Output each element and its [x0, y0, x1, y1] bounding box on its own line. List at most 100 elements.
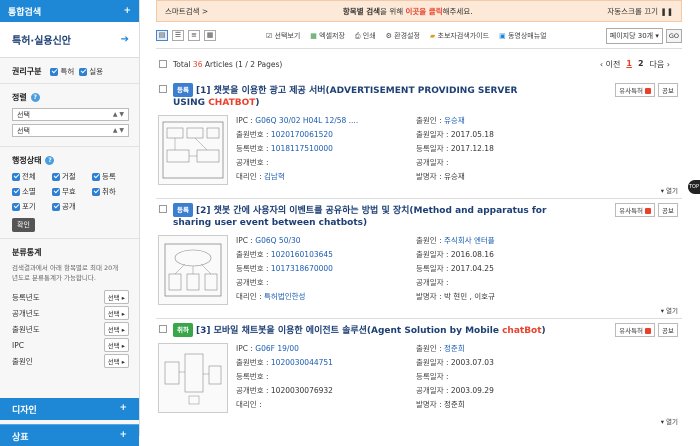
help-icon[interactable]: ? [45, 156, 55, 165]
select-all-checkbox[interactable] [159, 60, 167, 68]
applicant-link[interactable]: 정준희 [444, 344, 465, 353]
scroll-top-button[interactable]: TOP [688, 180, 700, 194]
checkbox-label: 공개 [62, 202, 76, 211]
result-title[interactable]: 취하 [3] 모바일 채트봇을 이용한 에이전트 솔루션(Agent Soluti… [173, 323, 548, 337]
stat-select-button[interactable]: 선택 ▸ [103, 290, 129, 304]
stat-select-button[interactable]: 선택 ▸ [103, 306, 129, 320]
registration-number-link[interactable]: 1018117510000 [271, 144, 333, 153]
field-label: 등록일자 : [416, 372, 449, 381]
expand-link[interactable]: ▾ 열기 [661, 416, 678, 426]
action-label: 유사특허 [619, 207, 644, 215]
sidebar-title[interactable]: 특허·실용신안 ➔ [0, 22, 139, 58]
checkbox-utility[interactable]: 실용 [79, 66, 103, 77]
page-1-link[interactable]: 1 [626, 59, 632, 70]
stat-row: 출원인 선택 ▸ [12, 353, 129, 369]
gazette-button[interactable]: 공보 [658, 203, 678, 217]
view-grid-icon[interactable]: ▦ [204, 30, 216, 41]
stat-select-button[interactable]: 선택 ▸ [103, 354, 129, 368]
title-keyword: chatBot [502, 326, 542, 336]
application-number-link[interactable]: 1020170061520 [271, 130, 333, 139]
expand-link[interactable]: ▾ 열기 [661, 305, 678, 315]
result-item: 등록 [1] 챗봇을 이용한 광고 제공 서버(ADVERTISEMENT PRO… [156, 79, 682, 199]
stat-select-label: 선택 [107, 326, 120, 334]
status-checkbox[interactable]: 포기 [12, 201, 52, 212]
sort-select-1[interactable]: 선택 ▲ ▼ [12, 108, 129, 121]
prev-page-link[interactable]: ‹ 이전 [600, 59, 620, 70]
applicant-link[interactable]: 유승재 [444, 116, 465, 125]
select-view-button[interactable]: ☑ 선택보기 [266, 31, 300, 41]
result-actions: 유사특허 공보 [615, 203, 678, 217]
similar-patent-button[interactable]: 유사특허 [615, 203, 656, 217]
result-checkbox[interactable] [159, 85, 167, 93]
video-icon: ▣ [499, 31, 506, 40]
result-title[interactable]: 등록 [2] 챗봇 간에 사용자의 이벤트를 공유하는 방법 및 장치(Metho… [173, 203, 548, 229]
status-checkbox[interactable]: 취하 [92, 186, 132, 197]
application-number-link[interactable]: 1020030044751 [271, 358, 333, 367]
view-list-icon[interactable]: ☰ [172, 30, 184, 41]
patent-drawing-thumbnail[interactable] [158, 115, 228, 185]
view-detail-icon[interactable]: ▤ [156, 30, 168, 41]
gazette-button[interactable]: 공보 [658, 83, 678, 97]
agent-link[interactable]: 김남혁 [264, 172, 285, 181]
result-checkbox[interactable] [159, 205, 167, 213]
autoscroll-toggle[interactable]: 자동스크롤 끄기 ❚❚ [607, 6, 673, 17]
ipc-link[interactable]: G06F 19/00 [255, 344, 299, 353]
gazette-button[interactable]: 공보 [658, 323, 678, 337]
status-checkbox[interactable]: 전체 [12, 171, 52, 182]
patent-drawing-thumbnail[interactable] [158, 235, 228, 305]
check-icon [92, 172, 100, 181]
sidebar-top-label: 통합검색 [8, 7, 42, 18]
similar-patent-button[interactable]: 유사특허 [615, 83, 656, 97]
status-checkbox[interactable]: 소멸 [12, 186, 52, 197]
sidebar-tab-trademark[interactable]: 상표 + [0, 424, 139, 446]
confirm-button[interactable]: 확인 [12, 218, 35, 232]
next-page-link[interactable]: 다음 › [650, 59, 670, 70]
view-rows-icon[interactable]: ≡ [188, 30, 200, 41]
expand-link[interactable]: ▾ 열기 [661, 185, 678, 195]
field-label: 출원번호 : [236, 358, 269, 367]
settings-button[interactable]: ⚙ 환경설정 [386, 31, 420, 41]
status-checkbox[interactable]: 공개 [52, 201, 92, 212]
field-label: 공개번호 : [236, 158, 269, 167]
stat-label: 공개년도 [12, 308, 40, 318]
banner-click-link[interactable]: 이곳을 클릭 [406, 7, 443, 16]
status-checkbox[interactable]: 등록 [92, 171, 132, 182]
updown-icon: ▲ ▼ [112, 111, 124, 118]
checkbox-label: 거절 [62, 172, 76, 181]
status-checkbox[interactable]: 무효 [52, 186, 92, 197]
result-title[interactable]: 등록 [1] 챗봇을 이용한 광고 제공 서버(ADVERTISEMENT PRO… [173, 83, 548, 109]
help-icon[interactable]: ? [30, 93, 40, 102]
smart-search-link[interactable]: 스마트검색 > [165, 6, 208, 17]
result-number: [2] [195, 206, 211, 216]
stat-select-button[interactable]: 선택 ▸ [103, 322, 129, 336]
diagram-image [162, 121, 224, 179]
video-manual-button[interactable]: ▣ 동영상매뉴얼 [499, 31, 547, 41]
checkbox-patent[interactable]: 특허 [50, 66, 74, 77]
sidebar-tab-design[interactable]: 디자인 + [0, 398, 139, 420]
guide-button[interactable]: ▰ 초보자검색가이드 [430, 31, 489, 41]
ipc-link[interactable]: G06Q 50/30 [255, 236, 300, 245]
go-button[interactable]: GO [665, 28, 682, 43]
print-button[interactable]: ⎙ 인쇄 [355, 31, 376, 41]
status-checkbox[interactable]: 거절 [52, 171, 92, 182]
per-page-select[interactable]: 페이지당 30개 ▾ [605, 27, 663, 44]
sort-select-2[interactable]: 선택 ▲ ▼ [12, 124, 129, 137]
result-fields: IPC : G06Q 30/02 H04L 12/58 .... 출원인 : 유… [236, 115, 596, 185]
excel-save-button[interactable]: ▦ 엑셀저장 [310, 31, 345, 41]
ipc-link[interactable]: G06Q 30/02 H04L 12/58 .... [255, 116, 358, 125]
page-2-link[interactable]: 2 [638, 59, 644, 70]
stat-select-button[interactable]: 선택 ▸ [103, 338, 129, 352]
diagram-image [164, 243, 222, 297]
sidebar-top-tab[interactable]: 통합검색 + [0, 0, 139, 22]
field-label: 출원번호 : [236, 250, 269, 259]
total-count: 36 [192, 59, 203, 69]
patent-drawing-thumbnail[interactable] [158, 343, 228, 413]
applicant-link[interactable]: 주식회사 엔터플 [444, 236, 495, 245]
similar-patent-button[interactable]: 유사특허 [615, 323, 656, 337]
agent-link[interactable]: 특허법인한성 [264, 292, 305, 301]
registration-number-link[interactable]: 1017318670000 [271, 264, 333, 273]
application-number-link[interactable]: 1020160103645 [271, 250, 333, 259]
sort-heading: 정렬 [12, 93, 27, 102]
result-checkbox[interactable] [159, 325, 167, 333]
stat-select-label: 선택 [107, 342, 120, 350]
